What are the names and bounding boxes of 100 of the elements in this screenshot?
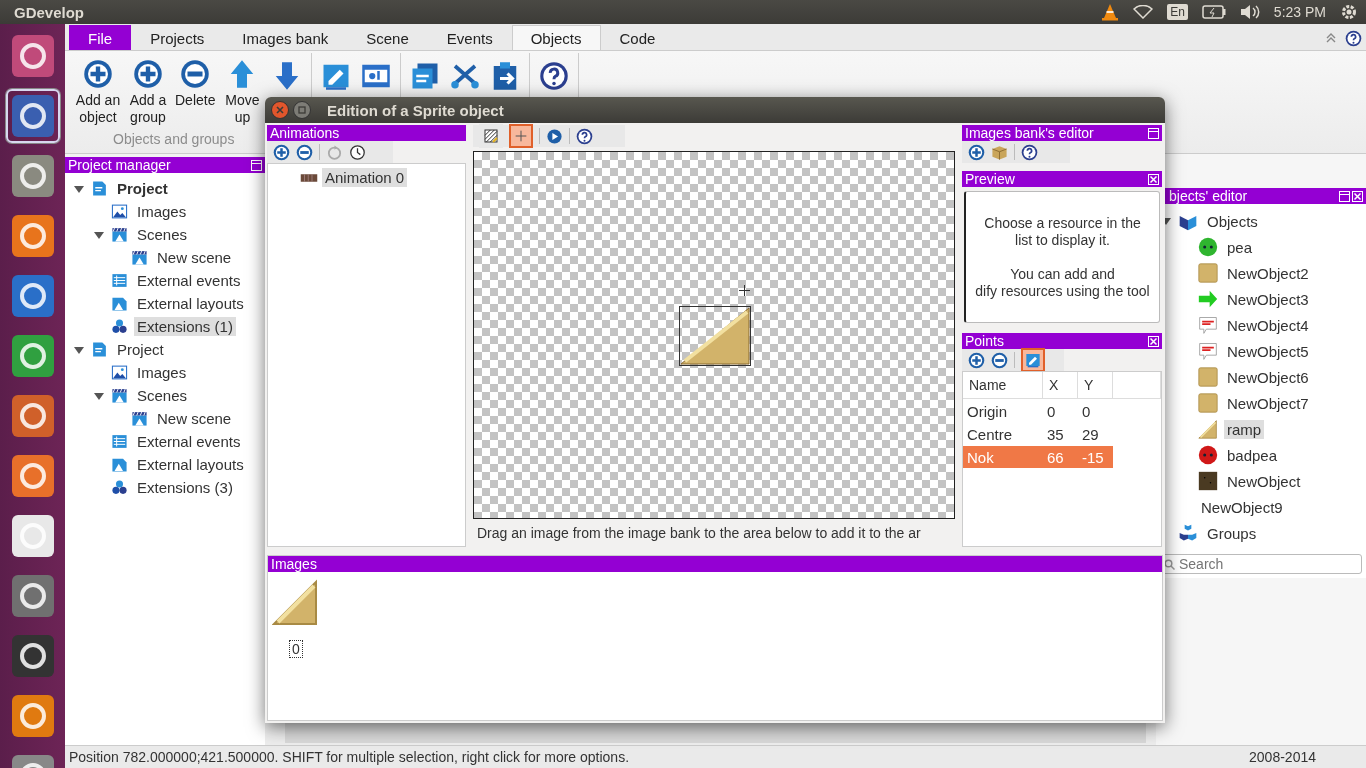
list-icon xyxy=(111,272,128,289)
tree-item[interactable]: Groups xyxy=(1204,523,1260,543)
close-icon[interactable] xyxy=(1148,335,1159,347)
tree-item[interactable]: External layouts xyxy=(134,455,247,474)
cone-icon[interactable] xyxy=(1101,3,1120,21)
tree-item[interactable]: NewObject xyxy=(1224,471,1304,491)
tree-item[interactable]: NewObject6 xyxy=(1224,367,1312,387)
minus-icon[interactable] xyxy=(296,143,313,161)
tree-item[interactable]: Objects xyxy=(1204,211,1261,231)
speaker-icon[interactable] xyxy=(1239,4,1260,20)
table-cell-text: 66 xyxy=(1046,448,1065,466)
tree-item[interactable]: NewObject2 xyxy=(1224,263,1312,283)
tab[interactable]: Scene xyxy=(347,25,428,50)
wifi-icon[interactable] xyxy=(1133,5,1154,19)
tree-item[interactable]: badpea xyxy=(1224,445,1281,465)
help-icon[interactable] xyxy=(1021,143,1038,161)
tab[interactable]: Objects xyxy=(511,25,601,50)
table-cell-text: Centre xyxy=(966,425,1014,443)
window-title: GDevelop xyxy=(14,3,86,21)
clock-time[interactable]: 5:23 PM xyxy=(1273,4,1326,20)
table-row[interactable]: Origin 0 0 xyxy=(963,400,1113,422)
table-cell-text: Nok xyxy=(966,448,995,466)
restore-icon[interactable] xyxy=(251,159,262,171)
tree-item[interactable]: Project xyxy=(114,179,171,198)
tree-item[interactable]: External events xyxy=(134,432,244,451)
clapperboard-icon xyxy=(131,249,148,266)
tab[interactable]: Code xyxy=(600,25,675,50)
crosshair-icon[interactable] xyxy=(739,285,750,296)
image-icon xyxy=(111,203,128,220)
close-icon[interactable] xyxy=(1352,190,1363,202)
copyright-text: 2008-2014 xyxy=(1249,749,1316,765)
close-icon[interactable] xyxy=(1148,173,1159,185)
panel-title: Images xyxy=(271,556,317,572)
ribbon-button[interactable]: Add a group xyxy=(123,53,173,131)
documents-icon[interactable] xyxy=(410,61,441,91)
tab[interactable]: Projects xyxy=(131,25,224,50)
plus-icon[interactable] xyxy=(968,351,985,369)
tree-item[interactable]: Scenes xyxy=(134,225,191,244)
ribbon-button[interactable]: Delete xyxy=(173,53,218,131)
help-icon[interactable] xyxy=(539,61,570,91)
clapperboard-icon xyxy=(131,410,148,427)
tree-item[interactable]: Extensions (3) xyxy=(134,478,236,497)
tree-item[interactable]: pea xyxy=(1224,237,1256,257)
clapperboard-icon xyxy=(111,387,128,404)
tree-item[interactable]: Images xyxy=(134,202,190,221)
tree-item[interactable]: Images xyxy=(134,363,190,382)
cubes-icon xyxy=(1178,523,1198,543)
column-header[interactable]: Name xyxy=(963,372,1043,398)
tree-item[interactable]: ramp xyxy=(1224,419,1265,439)
crosshair-icon xyxy=(513,128,529,144)
menu-button[interactable]: File xyxy=(69,25,132,50)
ribbon-button[interactable]: Move up xyxy=(217,53,268,131)
plus-icon xyxy=(83,59,113,89)
tree-item[interactable]: New scene xyxy=(154,409,235,428)
help-icon[interactable] xyxy=(576,127,593,145)
tree-item[interactable]: Scenes xyxy=(134,386,191,405)
help-icon[interactable] xyxy=(1345,30,1362,47)
ramp-sprite[interactable] xyxy=(679,306,751,366)
tree-item[interactable]: External events xyxy=(134,271,244,290)
tree-item[interactable]: NewObject3 xyxy=(1224,289,1312,309)
restore-icon[interactable] xyxy=(1339,190,1350,202)
ramp-icon[interactable] xyxy=(272,578,320,626)
dialog-title: Edition of a Sprite object xyxy=(327,101,504,119)
list-icon xyxy=(111,433,128,450)
tree-item[interactable]: External layouts xyxy=(134,294,247,313)
tab[interactable]: Events xyxy=(427,25,512,50)
speech-bubble-icon xyxy=(1198,315,1218,335)
column-header[interactable]: X xyxy=(1043,372,1078,398)
gear-icon[interactable] xyxy=(1340,3,1358,21)
restore-icon[interactable] xyxy=(1148,127,1159,139)
minus-icon[interactable] xyxy=(991,351,1008,369)
tree-item[interactable]: Project xyxy=(114,340,167,359)
tree-item[interactable]: NewObject9 xyxy=(1198,497,1286,517)
close-button[interactable] xyxy=(271,101,289,119)
keyboard-layout[interactable]: En xyxy=(1167,4,1188,20)
toggle-button[interactable] xyxy=(1021,348,1045,372)
tree-item[interactable]: Extensions (1) xyxy=(134,317,236,336)
table-cell-text: -15 xyxy=(1081,448,1105,466)
ribbon-button[interactable]: Add an object xyxy=(73,53,123,131)
speech-bubble-icon xyxy=(1198,341,1218,361)
tree-item[interactable]: NewObject4 xyxy=(1224,315,1312,335)
table-row[interactable]: Centre 35 29 xyxy=(963,423,1113,445)
plus-icon[interactable] xyxy=(968,143,985,161)
column-header[interactable]: Y xyxy=(1078,372,1113,398)
maximize-button[interactable] xyxy=(293,101,311,119)
animation-item[interactable]: Animation 0 xyxy=(322,168,408,187)
minus-icon xyxy=(180,59,211,89)
tree-item[interactable]: New scene xyxy=(154,248,235,267)
tree-item[interactable]: NewObject7 xyxy=(1224,393,1312,413)
preview-text: You can add and xyxy=(1010,265,1115,283)
toggle-button[interactable] xyxy=(509,124,533,148)
plus-icon[interactable] xyxy=(273,143,290,161)
clock-icon[interactable] xyxy=(349,143,366,161)
battery-icon[interactable] xyxy=(1201,5,1226,19)
package-icon[interactable] xyxy=(991,143,1008,161)
image-label[interactable]: 0 xyxy=(289,640,303,658)
tab[interactable]: Images bank xyxy=(223,25,348,50)
collapse-icon[interactable] xyxy=(1325,32,1337,44)
play-icon[interactable] xyxy=(546,127,563,145)
tree-item[interactable]: NewObject5 xyxy=(1224,341,1312,361)
